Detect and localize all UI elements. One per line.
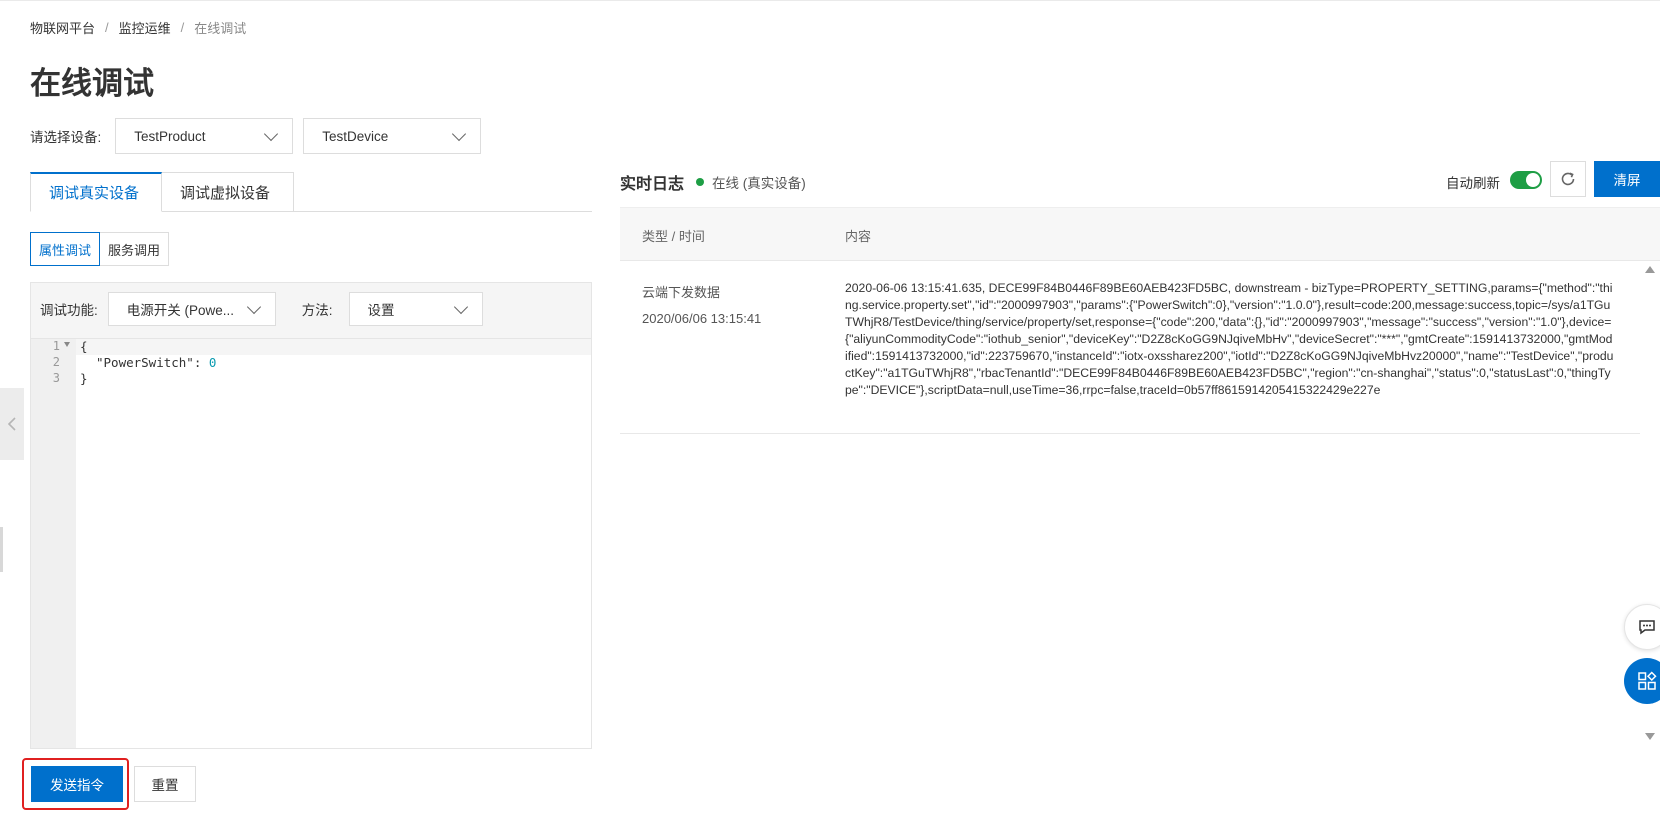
- device-select-label: 请选择设备:: [30, 130, 102, 145]
- product-select-value: TestProduct: [134, 128, 206, 144]
- method-select-value: 设置: [367, 303, 395, 318]
- method-select[interactable]: 设置: [348, 292, 483, 326]
- clear-screen-button[interactable]: 清屏: [1594, 161, 1660, 197]
- log-row-type-time: 云端下发数据 2020/06/06 13:15:41: [642, 280, 761, 332]
- scroll-up-icon[interactable]: [1645, 266, 1655, 273]
- device-select-row: 请选择设备: TestProduct TestDevice: [30, 118, 482, 154]
- online-status-dot: [696, 178, 704, 186]
- apps-grid-icon: [1638, 671, 1657, 690]
- tab-real-device[interactable]: 调试真实设备: [30, 172, 162, 212]
- json-editor[interactable]: [30, 338, 592, 749]
- breadcrumb-iot-platform[interactable]: 物联网平台: [30, 18, 95, 37]
- device-status: 在线 (真实设备): [696, 172, 806, 192]
- code-line-3: }: [80, 371, 88, 386]
- device-select-value: TestDevice: [322, 128, 389, 144]
- breadcrumb: 物联网平台 / 监控运维 / 在线调试: [30, 18, 246, 37]
- active-line-highlight: [76, 339, 591, 355]
- breadcrumb-separator: /: [180, 20, 185, 35]
- code-line-2: "PowerSwitch": 0: [96, 355, 216, 370]
- scroll-down-icon[interactable]: [1645, 733, 1655, 740]
- json-key: "PowerSwitch":: [96, 355, 209, 370]
- debug-mode-tabs: 调试真实设备 调试虚拟设备: [30, 172, 294, 212]
- log-table-header: [620, 207, 1660, 261]
- log-type: 云端下发数据: [642, 285, 721, 300]
- log-time: 2020/06/06 13:15:41: [642, 311, 762, 326]
- line-number: 1: [52, 339, 60, 353]
- device-status-text: 在线 (真实设备): [712, 176, 806, 191]
- chevron-down-icon: [246, 299, 261, 314]
- auto-refresh-toggle[interactable]: [1510, 171, 1542, 189]
- function-select-value: 电源开关 (Powe...: [126, 303, 235, 318]
- method-label: 方法:: [301, 303, 333, 318]
- breadcrumb-monitoring[interactable]: 监控运维: [119, 18, 171, 37]
- log-row-divider: [620, 433, 1640, 434]
- chat-float-button[interactable]: [1624, 604, 1660, 650]
- json-value: 0: [208, 355, 217, 370]
- subtab-service-call[interactable]: 服务调用: [100, 232, 170, 266]
- chevron-down-icon: [453, 299, 468, 314]
- product-select[interactable]: TestProduct: [115, 118, 294, 154]
- breadcrumb-separator: /: [105, 20, 109, 35]
- top-border: [0, 0, 1660, 1]
- auto-refresh-label: 自动刷新: [1446, 176, 1500, 191]
- subtab-property-debug[interactable]: 属性调试: [30, 232, 101, 266]
- device-select[interactable]: TestDevice: [303, 118, 482, 154]
- refresh-button[interactable]: [1550, 161, 1586, 197]
- fold-icon[interactable]: [64, 342, 70, 347]
- tab-virtual-device[interactable]: 调试虚拟设备: [162, 172, 294, 212]
- chevron-down-icon: [452, 126, 467, 141]
- chevron-left-icon: [7, 417, 16, 431]
- sidebar-collapse-handle[interactable]: [0, 388, 24, 460]
- log-title: 实时日志: [620, 176, 685, 193]
- refresh-icon: [1561, 172, 1575, 186]
- chat-icon: [1639, 620, 1655, 635]
- debug-function-row: 调试功能: 电源开关 (Powe... 方法: 设置: [40, 292, 483, 326]
- page-title: 在线调试: [30, 66, 154, 101]
- function-select[interactable]: 电源开关 (Powe...: [107, 292, 276, 326]
- editor-gutter: [31, 339, 76, 748]
- code-line-1: {: [80, 339, 88, 354]
- debug-type-tabs: 属性调试 服务调用: [30, 232, 170, 266]
- line-number: 3: [52, 371, 60, 385]
- log-content: 2020-06-06 13:15:41.635, DECE99F84B0446F…: [845, 281, 1614, 397]
- function-label: 调试功能:: [40, 303, 98, 318]
- column-content: 内容: [845, 229, 872, 244]
- chevron-down-icon: [264, 126, 279, 141]
- send-command-button[interactable]: 发送指令: [31, 766, 123, 802]
- reset-button[interactable]: 重置: [134, 766, 196, 802]
- toggle-knob: [1526, 173, 1540, 187]
- column-type-time: 类型 / 时间: [642, 229, 705, 244]
- left-edge-marker: [0, 527, 3, 572]
- breadcrumb-current: 在线调试: [194, 21, 247, 36]
- apps-float-button[interactable]: [1624, 658, 1660, 704]
- line-number: 2: [52, 355, 60, 369]
